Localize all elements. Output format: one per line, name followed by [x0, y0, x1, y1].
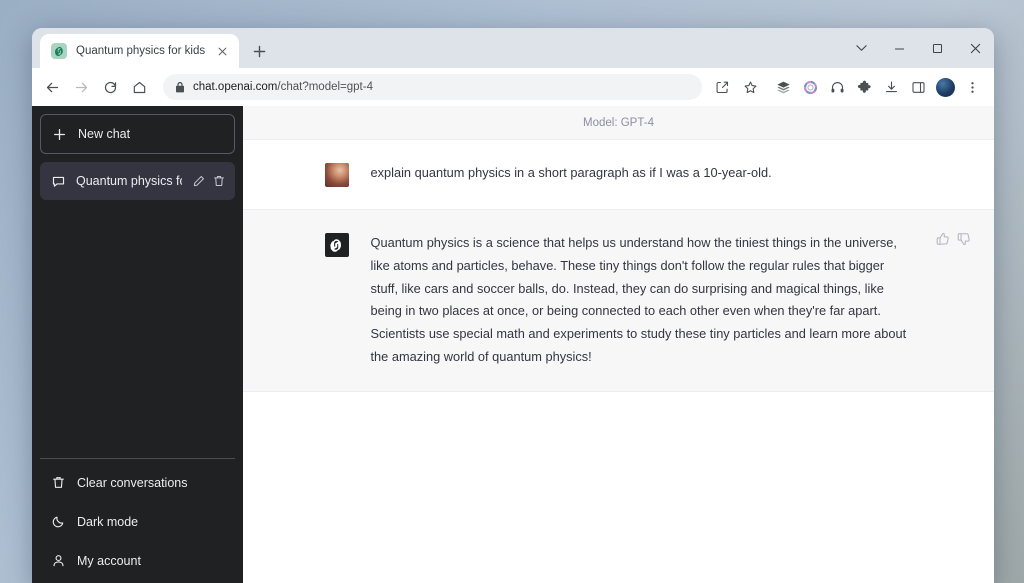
- plus-icon: [54, 128, 65, 140]
- bookmark-star-icon[interactable]: [737, 74, 763, 100]
- message-list: explain quantum physics in a short parag…: [243, 140, 994, 583]
- new-chat-label: New chat: [78, 127, 131, 141]
- tab-title: Quantum physics for kids: [76, 45, 206, 57]
- side-panel-icon[interactable]: [905, 74, 931, 100]
- message-text: Quantum physics is a science that helps …: [370, 235, 907, 364]
- avatar: [935, 77, 955, 97]
- reload-button[interactable]: [96, 73, 124, 101]
- download-icon[interactable]: [878, 74, 904, 100]
- url-path: /chat?model=gpt-4: [277, 81, 373, 93]
- edit-pencil-icon: [193, 176, 204, 187]
- chatgpt-favicon: [51, 43, 67, 59]
- minimize-button[interactable]: [880, 31, 918, 65]
- sidebar-item-label: My account: [77, 553, 141, 568]
- trash-icon: [214, 176, 224, 186]
- sidebar-item-my-account[interactable]: My account: [40, 541, 235, 580]
- tab-strip: Quantum physics for kids: [32, 28, 994, 68]
- model-indicator: Model: GPT-4: [243, 106, 994, 140]
- chat-sidebar: New chat Quantum physics for ki: [32, 106, 243, 583]
- feedback-buttons: [936, 232, 971, 246]
- profile-avatar[interactable]: [932, 74, 958, 100]
- share-icon[interactable]: [709, 74, 735, 100]
- sidebar-item-clear-conversations[interactable]: Clear conversations: [40, 463, 235, 502]
- address-bar[interactable]: chat.openai.com/chat?model=gpt-4: [163, 74, 702, 100]
- thumbs-down-icon[interactable]: [957, 232, 971, 246]
- close-window-button[interactable]: [956, 31, 994, 65]
- sidebar-item-label: Dark mode: [77, 514, 139, 529]
- browser-window: Quantum physics for kids chat.openai.com…: [32, 28, 994, 583]
- new-chat-button[interactable]: New chat: [40, 114, 235, 154]
- page-body: New chat Quantum physics for ki: [32, 106, 994, 583]
- message-user: explain quantum physics in a short parag…: [243, 140, 994, 209]
- back-button[interactable]: [38, 73, 66, 101]
- omnibox-actions: [709, 74, 763, 100]
- sidebar-item-dark-mode[interactable]: Dark mode: [40, 502, 235, 541]
- forward-button[interactable]: [67, 73, 95, 101]
- new-tab-button[interactable]: [245, 37, 273, 65]
- browser-tab[interactable]: Quantum physics for kids: [40, 34, 240, 68]
- reading-list-icon[interactable]: [770, 74, 796, 100]
- sidebar-item-label: Clear conversations: [77, 475, 188, 490]
- chat-bubble-icon: [52, 176, 65, 187]
- sidebar-item-conversation[interactable]: Quantum physics for ki: [40, 162, 235, 200]
- thumbs-up-icon[interactable]: [936, 232, 950, 246]
- person-icon: [53, 555, 64, 567]
- message-assistant: Quantum physics is a science that helps …: [243, 209, 994, 392]
- chatgpt-logo-icon: [324, 233, 349, 257]
- home-button[interactable]: [125, 73, 153, 101]
- user-avatar: [324, 163, 349, 187]
- maximize-button[interactable]: [918, 31, 956, 65]
- chat-pane: Model: GPT-4 explain quantum physics in …: [243, 106, 994, 583]
- model-label: Model: GPT-4: [583, 116, 654, 129]
- headphones-icon[interactable]: [824, 74, 850, 100]
- url-host: chat.openai.com: [193, 81, 278, 93]
- conversation-actions: [193, 175, 225, 187]
- message-text: explain quantum physics in a short parag…: [370, 165, 772, 180]
- sidebar-footer: Clear conversations Dark mode My account: [40, 458, 235, 580]
- close-icon[interactable]: [214, 43, 231, 60]
- url-text: chat.openai.com/chat?model=gpt-4: [193, 81, 373, 93]
- browser-toolbar: chat.openai.com/chat?model=gpt-4: [32, 68, 994, 106]
- color-wheel-icon[interactable]: [797, 74, 823, 100]
- conversation-title: Quantum physics for ki: [76, 174, 182, 188]
- chrome-menu-icon[interactable]: [959, 74, 985, 100]
- moon-icon: [52, 516, 64, 528]
- window-controls: [842, 28, 994, 68]
- lock-icon: [175, 81, 185, 93]
- tab-search-button[interactable]: [842, 31, 880, 65]
- trash-icon: [53, 477, 64, 488]
- extensions-icon[interactable]: [851, 74, 877, 100]
